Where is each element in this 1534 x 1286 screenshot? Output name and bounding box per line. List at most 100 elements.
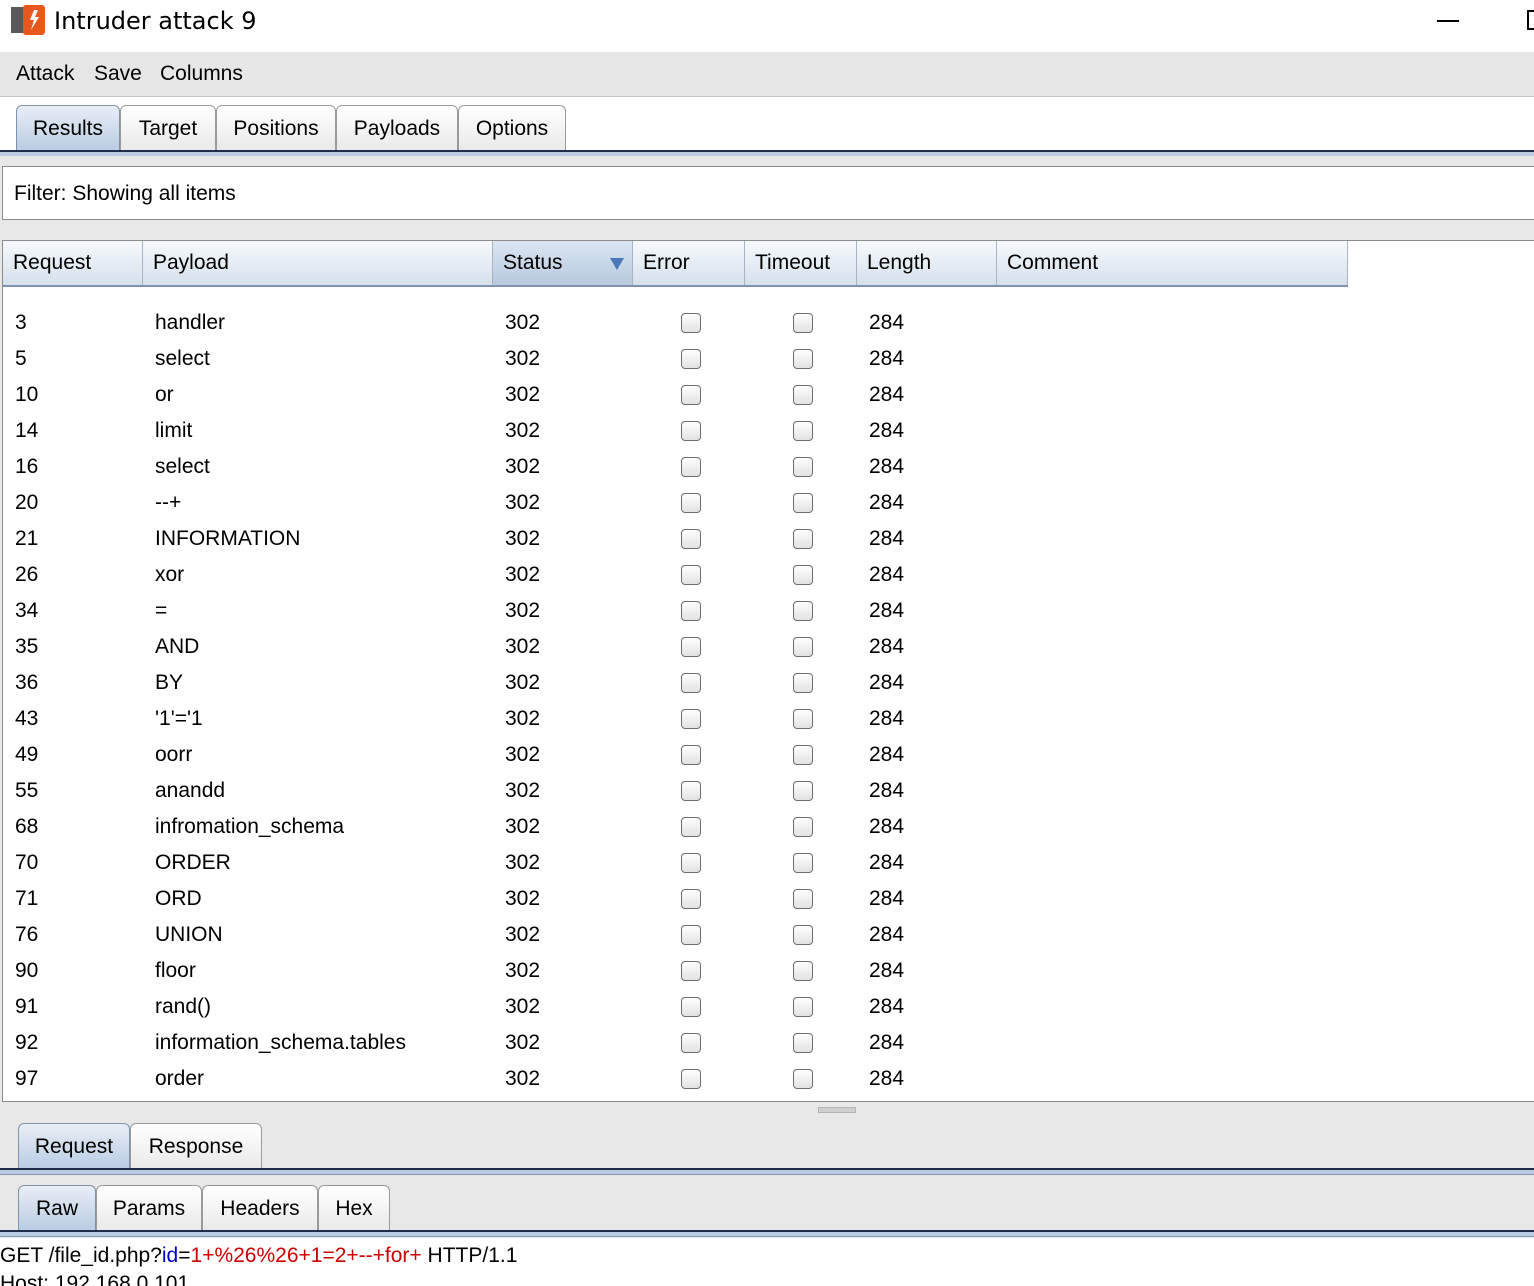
tab-params[interactable]: Params — [96, 1185, 202, 1231]
cell-status: 302 — [505, 995, 541, 1018]
table-row[interactable]: 97 order 302 284 — [3, 1061, 1348, 1097]
error-checkbox — [681, 637, 701, 657]
cell-payload: information_schema.tables — [155, 1031, 406, 1054]
table-row[interactable]: 26 xor 302 284 — [3, 557, 1348, 593]
minimize-icon[interactable] — [1437, 20, 1459, 22]
cell-status: 302 — [505, 563, 541, 586]
cell-payload: select — [155, 455, 210, 478]
error-checkbox — [681, 313, 701, 333]
table-row[interactable]: 3 handler 302 284 — [3, 305, 1348, 341]
cell-length: 284 — [869, 1031, 905, 1054]
cell-payload: floor — [155, 959, 196, 982]
tab-raw[interactable]: Raw — [18, 1185, 96, 1231]
cell-length: 284 — [869, 383, 905, 406]
table-row[interactable]: 21 INFORMATION 302 284 — [3, 521, 1348, 557]
table-row[interactable]: 5 select 302 284 — [3, 341, 1348, 377]
tab-options[interactable]: Options — [458, 105, 566, 151]
cell-status: 302 — [505, 347, 541, 370]
table-row[interactable]: 76 UNION 302 284 — [3, 917, 1348, 953]
error-checkbox — [681, 889, 701, 909]
error-checkbox — [681, 817, 701, 837]
column-header-length[interactable]: Length — [857, 241, 997, 285]
table-row[interactable]: 43 '1'='1 302 284 — [3, 701, 1348, 737]
cell-request: 20 — [15, 491, 39, 514]
menu-columns[interactable]: Columns — [160, 60, 243, 88]
table-row[interactable]: 70 ORDER 302 284 — [3, 845, 1348, 881]
column-header-payload[interactable]: Payload — [143, 241, 493, 285]
table-row[interactable]: 16 select 302 284 — [3, 449, 1348, 485]
error-checkbox — [681, 781, 701, 801]
column-header-comment[interactable]: Comment — [997, 241, 1348, 285]
table-row[interactable]: 49 oorr 302 284 — [3, 737, 1348, 773]
cell-status: 302 — [505, 635, 541, 658]
error-checkbox — [681, 421, 701, 441]
tab-payloads[interactable]: Payloads — [336, 105, 458, 151]
timeout-checkbox — [793, 997, 813, 1017]
cell-status: 302 — [505, 455, 541, 478]
tab-hex[interactable]: Hex — [318, 1185, 390, 1231]
cell-request: 10 — [15, 383, 39, 406]
cell-length: 284 — [869, 779, 905, 802]
tab-target[interactable]: Target — [120, 105, 216, 151]
cell-length: 284 — [869, 635, 905, 658]
table-row[interactable]: 20 --+ 302 284 — [3, 485, 1348, 521]
cell-status: 302 — [505, 383, 541, 406]
menu-save[interactable]: Save — [94, 60, 142, 88]
splitter-handle[interactable] — [818, 1107, 856, 1113]
timeout-checkbox — [793, 853, 813, 873]
column-header-timeout[interactable]: Timeout — [745, 241, 857, 285]
menu-attack[interactable]: Attack — [16, 60, 74, 88]
column-header-status[interactable]: Status — [493, 241, 633, 285]
cell-status: 302 — [505, 923, 541, 946]
cell-status: 302 — [505, 599, 541, 622]
table-row[interactable]: 71 ORD 302 284 — [3, 881, 1348, 917]
cell-request: 16 — [15, 455, 39, 478]
error-checkbox — [681, 529, 701, 549]
param-name: id — [161, 1244, 179, 1267]
table-row[interactable]: 14 limit 302 284 — [3, 413, 1348, 449]
cell-length: 284 — [869, 1067, 905, 1090]
table-row[interactable]: 68 infromation_schema 302 284 — [3, 809, 1348, 845]
maximize-icon[interactable] — [1527, 10, 1534, 30]
tab-results[interactable]: Results — [16, 105, 120, 151]
table-row[interactable]: 34 = 302 284 — [3, 593, 1348, 629]
cell-payload: rand() — [155, 995, 212, 1018]
table-row[interactable]: 90 floor 302 284 — [3, 953, 1348, 989]
request-editor[interactable]: GET /file_id.php?id=1+%26%26+1=2+--+for+… — [0, 1238, 1534, 1286]
cell-length: 284 — [869, 311, 905, 334]
error-checkbox — [681, 925, 701, 945]
table-row[interactable]: 10 or 302 284 — [3, 377, 1348, 413]
tab-response[interactable]: Response — [130, 1123, 262, 1169]
timeout-checkbox — [793, 817, 813, 837]
column-header-request[interactable]: Request — [3, 241, 143, 285]
cell-payload: order — [155, 1067, 205, 1090]
cell-status: 302 — [505, 527, 541, 550]
cell-request: 35 — [15, 635, 39, 658]
cell-payload: '1'='1 — [155, 707, 203, 730]
table-row[interactable]: 92 information_schema.tables 302 284 — [3, 1025, 1348, 1061]
timeout-checkbox — [793, 1033, 813, 1053]
error-checkbox — [681, 1069, 701, 1089]
tab-positions[interactable]: Positions — [216, 105, 336, 151]
cell-length: 284 — [869, 707, 905, 730]
tab-headers[interactable]: Headers — [202, 1185, 318, 1231]
error-checkbox — [681, 961, 701, 981]
table-row[interactable]: 55 anandd 302 284 — [3, 773, 1348, 809]
error-checkbox — [681, 493, 701, 513]
cell-payload: UNION — [155, 923, 223, 946]
column-header-error[interactable]: Error — [633, 241, 745, 285]
error-checkbox — [681, 853, 701, 873]
table-row[interactable]: 91 rand() 302 284 — [3, 989, 1348, 1025]
detail-tab-strip-line — [0, 1168, 1534, 1175]
timeout-checkbox — [793, 925, 813, 945]
table-row[interactable]: 35 AND 302 284 — [3, 629, 1348, 665]
error-checkbox — [681, 385, 701, 405]
cell-status: 302 — [505, 887, 541, 910]
pane-splitter[interactable] — [0, 1102, 1534, 1118]
table-row[interactable]: 36 BY 302 284 — [3, 665, 1348, 701]
timeout-checkbox — [793, 565, 813, 585]
cell-status: 302 — [505, 959, 541, 982]
tab-request[interactable]: Request — [18, 1123, 130, 1169]
error-checkbox — [681, 457, 701, 477]
timeout-checkbox — [793, 313, 813, 333]
